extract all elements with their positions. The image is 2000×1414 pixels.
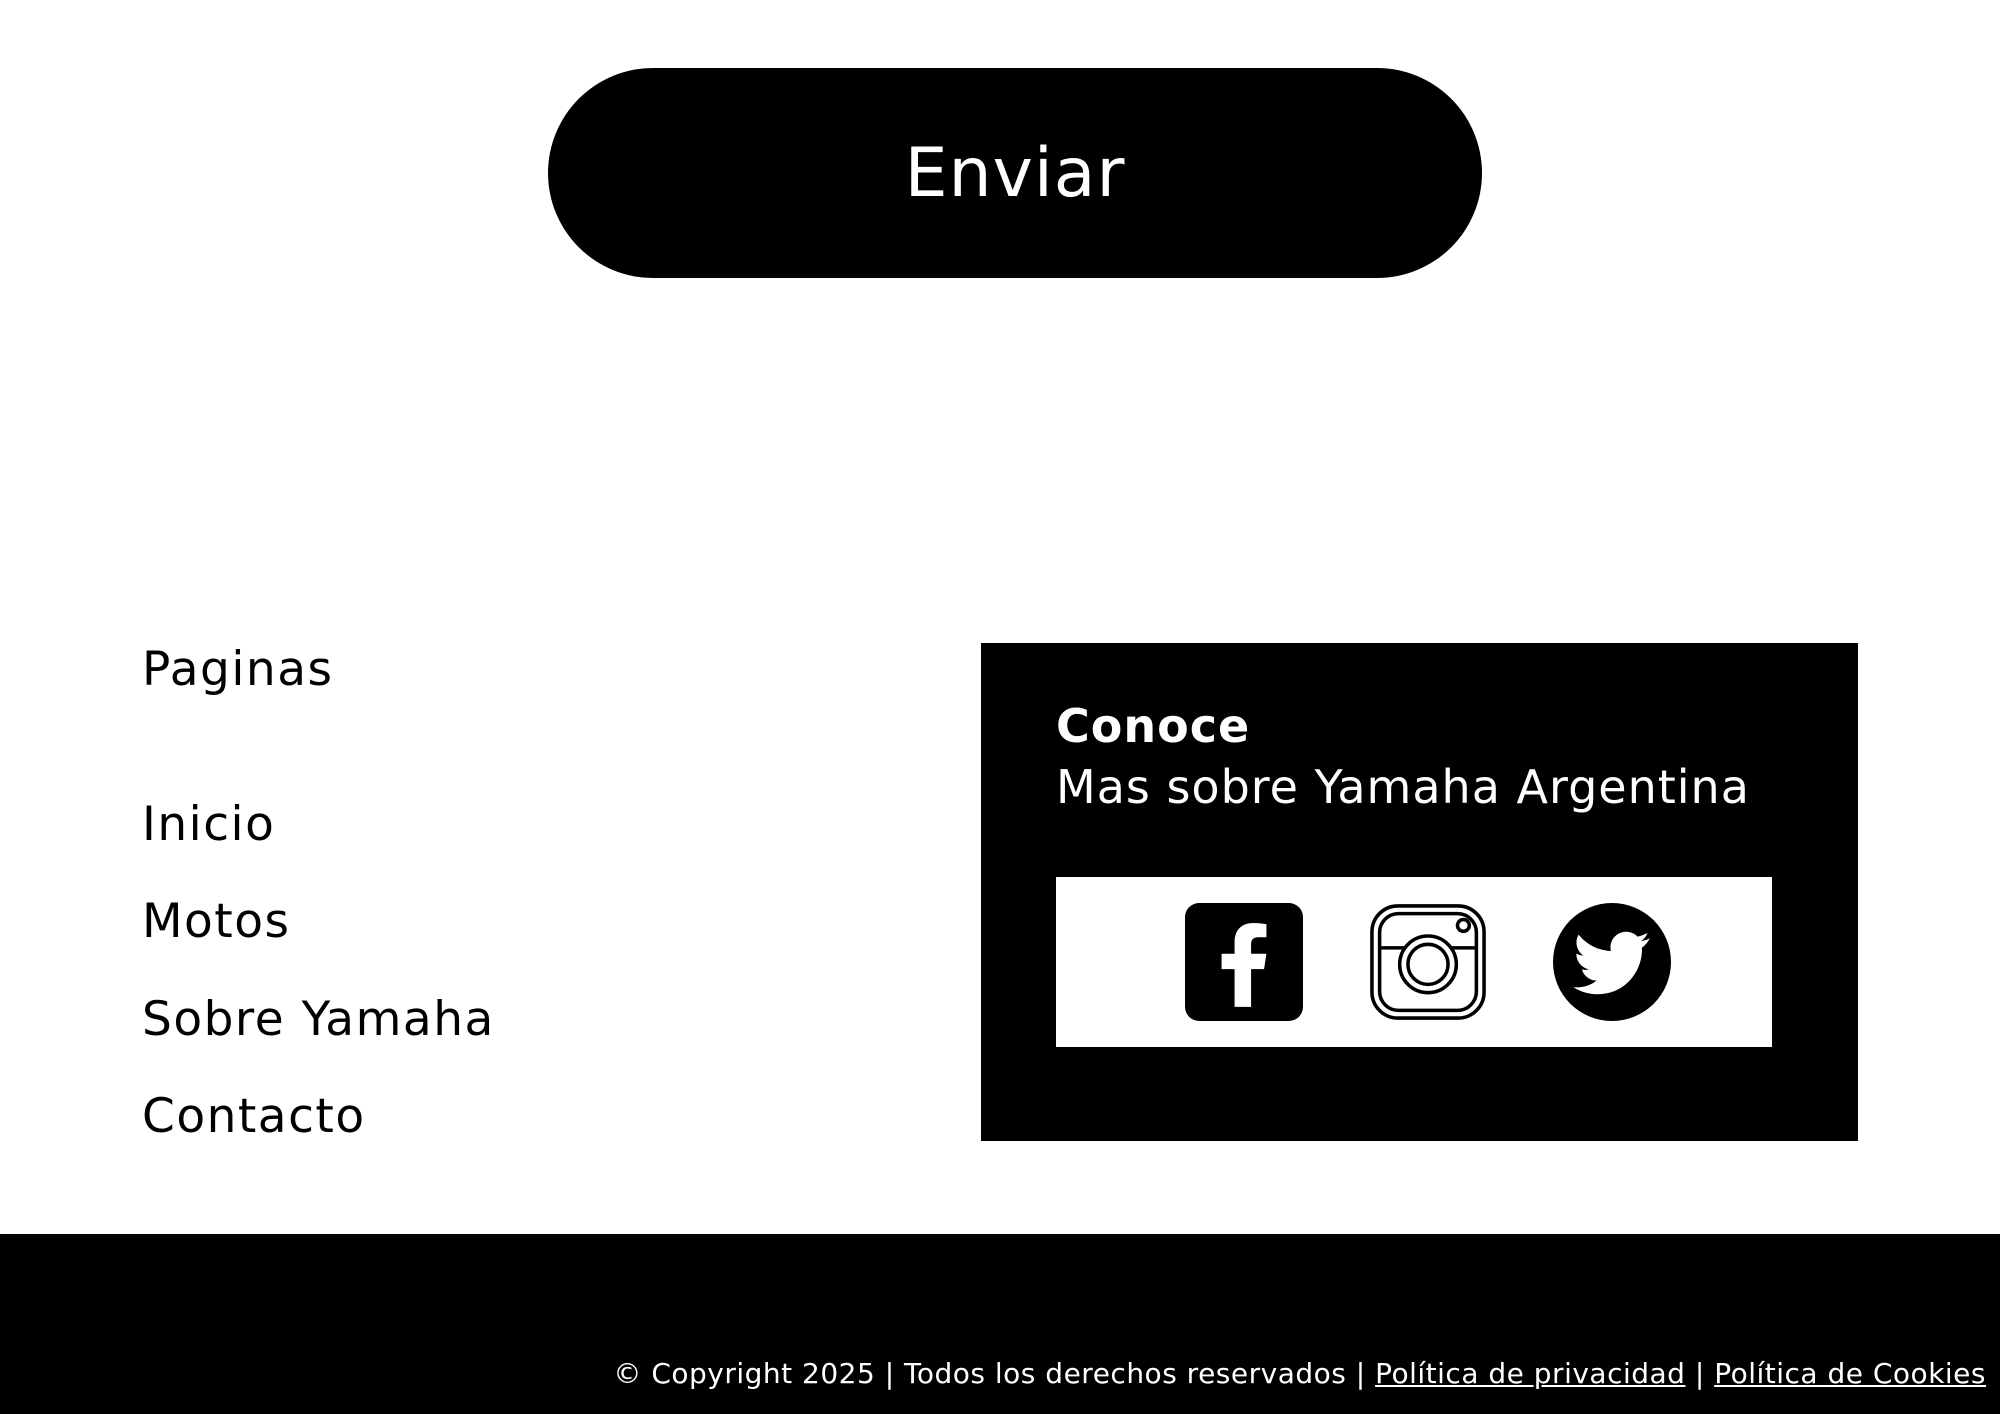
- instagram-icon[interactable]: [1369, 903, 1487, 1021]
- nav-link-inicio[interactable]: Inicio: [142, 795, 275, 855]
- nav-link-contacto[interactable]: Contacto: [142, 1087, 366, 1147]
- social-icons-bar: [1056, 877, 1772, 1047]
- nav-link-sobre-yamaha[interactable]: Sobre Yamaha: [142, 990, 495, 1050]
- nav-link-motos[interactable]: Motos: [142, 892, 290, 952]
- copyright-text: © Copyright 2025 | Todos los derechos re…: [613, 1357, 1376, 1390]
- footer-copyright-line: © Copyright 2025 | Todos los derechos re…: [613, 1356, 1986, 1392]
- social-card-subtitle: Mas sobre Yamaha Argentina: [1056, 760, 1750, 814]
- twitter-icon[interactable]: [1553, 903, 1671, 1021]
- social-card-title: Conoce: [1056, 699, 1251, 753]
- pages-heading: Paginas: [142, 642, 334, 697]
- footer: © Copyright 2025 | Todos los derechos re…: [0, 1234, 2000, 1414]
- privacy-policy-link[interactable]: Política de privacidad: [1375, 1357, 1685, 1390]
- footer-separator: |: [1685, 1357, 1715, 1390]
- cookies-policy-link[interactable]: Política de Cookies: [1714, 1357, 1986, 1390]
- social-card: Conoce Mas sobre Yamaha Argentina: [981, 643, 1858, 1141]
- submit-button[interactable]: Enviar: [548, 68, 1482, 278]
- facebook-icon[interactable]: [1185, 903, 1303, 1021]
